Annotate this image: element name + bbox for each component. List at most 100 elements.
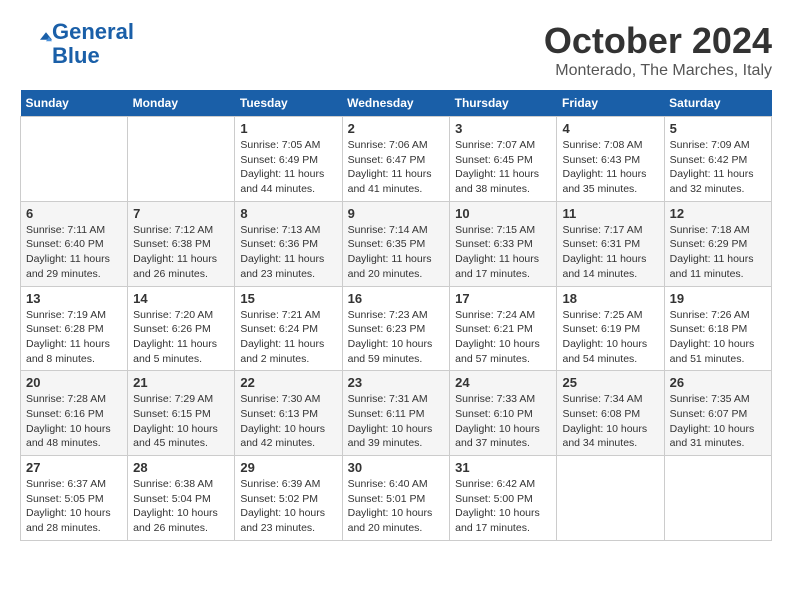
calendar-week-row: 27 Sunrise: 6:37 AM Sunset: 5:05 PM Dayli…	[21, 456, 772, 541]
day-info: Sunrise: 7:35 AM Sunset: 6:07 PM Dayligh…	[670, 392, 766, 451]
day-info: Sunrise: 7:08 AM Sunset: 6:43 PM Dayligh…	[562, 138, 658, 197]
page-header: General Blue October 2024 Monterado, The…	[20, 20, 772, 80]
calendar-cell: 2 Sunrise: 7:06 AM Sunset: 6:47 PM Daylig…	[342, 117, 450, 202]
calendar-cell: 16 Sunrise: 7:23 AM Sunset: 6:23 PM Dayli…	[342, 286, 450, 371]
calendar-cell	[21, 117, 128, 202]
day-info: Sunrise: 6:39 AM Sunset: 5:02 PM Dayligh…	[240, 477, 336, 536]
day-info: Sunrise: 7:07 AM Sunset: 6:45 PM Dayligh…	[455, 138, 551, 197]
header-wednesday: Wednesday	[342, 90, 450, 117]
day-info: Sunrise: 7:14 AM Sunset: 6:35 PM Dayligh…	[348, 223, 445, 282]
calendar-table: SundayMondayTuesdayWednesdayThursdayFrid…	[20, 90, 772, 541]
day-number: 5	[670, 121, 766, 136]
day-number: 6	[26, 206, 122, 221]
calendar-cell: 25 Sunrise: 7:34 AM Sunset: 6:08 PM Dayli…	[557, 371, 664, 456]
day-number: 1	[240, 121, 336, 136]
header-saturday: Saturday	[664, 90, 771, 117]
day-info: Sunrise: 7:25 AM Sunset: 6:19 PM Dayligh…	[562, 308, 658, 367]
header-tuesday: Tuesday	[235, 90, 342, 117]
calendar-cell: 1 Sunrise: 7:05 AM Sunset: 6:49 PM Daylig…	[235, 117, 342, 202]
logo-line2: Blue	[52, 43, 100, 68]
calendar-cell: 3 Sunrise: 7:07 AM Sunset: 6:45 PM Daylig…	[450, 117, 557, 202]
calendar-cell: 27 Sunrise: 6:37 AM Sunset: 5:05 PM Dayli…	[21, 456, 128, 541]
day-info: Sunrise: 6:38 AM Sunset: 5:04 PM Dayligh…	[133, 477, 229, 536]
day-number: 3	[455, 121, 551, 136]
calendar-cell: 14Sunrise: 7:20 AM Sunset: 6:26 PM Dayli…	[128, 286, 235, 371]
calendar-week-row: 20 Sunrise: 7:28 AM Sunset: 6:16 PM Dayli…	[21, 371, 772, 456]
calendar-cell: 29 Sunrise: 6:39 AM Sunset: 5:02 PM Dayli…	[235, 456, 342, 541]
day-info: Sunrise: 6:37 AM Sunset: 5:05 PM Dayligh…	[26, 477, 122, 536]
day-info: Sunrise: 7:33 AM Sunset: 6:10 PM Dayligh…	[455, 392, 551, 451]
header-thursday: Thursday	[450, 90, 557, 117]
day-number: 12	[670, 206, 766, 221]
day-number: 17	[455, 291, 551, 306]
header-sunday: Sunday	[21, 90, 128, 117]
calendar-cell: 22 Sunrise: 7:30 AM Sunset: 6:13 PM Dayli…	[235, 371, 342, 456]
day-info: Sunrise: 7:23 AM Sunset: 6:23 PM Dayligh…	[348, 308, 445, 367]
day-info: Sunrise: 7:26 AM Sunset: 6:18 PM Dayligh…	[670, 308, 766, 367]
day-info: Sunrise: 7:24 AM Sunset: 6:21 PM Dayligh…	[455, 308, 551, 367]
day-number: 11	[562, 206, 658, 221]
day-number: 29	[240, 460, 336, 475]
day-info: Sunrise: 7:30 AM Sunset: 6:13 PM Dayligh…	[240, 392, 336, 451]
calendar-cell: 23Sunrise: 7:31 AM Sunset: 6:11 PM Dayli…	[342, 371, 450, 456]
day-info: Sunrise: 7:12 AM Sunset: 6:38 PM Dayligh…	[133, 223, 229, 282]
day-number: 4	[562, 121, 658, 136]
day-number: 23	[348, 375, 445, 390]
logo-line1: General	[52, 19, 134, 44]
day-number: 31	[455, 460, 551, 475]
header-friday: Friday	[557, 90, 664, 117]
calendar-cell: 6Sunrise: 7:11 AM Sunset: 6:40 PM Daylig…	[21, 201, 128, 286]
day-info: Sunrise: 7:05 AM Sunset: 6:49 PM Dayligh…	[240, 138, 336, 197]
day-number: 2	[348, 121, 445, 136]
calendar-cell: 15 Sunrise: 7:21 AM Sunset: 6:24 PM Dayli…	[235, 286, 342, 371]
day-info: Sunrise: 7:06 AM Sunset: 6:47 PM Dayligh…	[348, 138, 445, 197]
calendar-cell: 10 Sunrise: 7:15 AM Sunset: 6:33 PM Dayli…	[450, 201, 557, 286]
day-number: 16	[348, 291, 445, 306]
day-info: Sunrise: 7:28 AM Sunset: 6:16 PM Dayligh…	[26, 392, 122, 451]
day-info: Sunrise: 6:42 AM Sunset: 5:00 PM Dayligh…	[455, 477, 551, 536]
calendar-cell: 26Sunrise: 7:35 AM Sunset: 6:07 PM Dayli…	[664, 371, 771, 456]
location-title: Monterado, The Marches, Italy	[544, 62, 772, 80]
calendar-cell: 8 Sunrise: 7:13 AM Sunset: 6:36 PM Daylig…	[235, 201, 342, 286]
day-info: Sunrise: 7:15 AM Sunset: 6:33 PM Dayligh…	[455, 223, 551, 282]
day-info: Sunrise: 7:19 AM Sunset: 6:28 PM Dayligh…	[26, 308, 122, 367]
calendar-cell: 20 Sunrise: 7:28 AM Sunset: 6:16 PM Dayli…	[21, 371, 128, 456]
day-info: Sunrise: 7:21 AM Sunset: 6:24 PM Dayligh…	[240, 308, 336, 367]
day-number: 19	[670, 291, 766, 306]
day-number: 15	[240, 291, 336, 306]
calendar-cell: 4 Sunrise: 7:08 AM Sunset: 6:43 PM Daylig…	[557, 117, 664, 202]
day-number: 8	[240, 206, 336, 221]
calendar-cell: 18Sunrise: 7:25 AM Sunset: 6:19 PM Dayli…	[557, 286, 664, 371]
day-info: Sunrise: 7:09 AM Sunset: 6:42 PM Dayligh…	[670, 138, 766, 197]
calendar-cell: 31 Sunrise: 6:42 AM Sunset: 5:00 PM Dayli…	[450, 456, 557, 541]
day-info: Sunrise: 7:34 AM Sunset: 6:08 PM Dayligh…	[562, 392, 658, 451]
calendar-header-row: SundayMondayTuesdayWednesdayThursdayFrid…	[21, 90, 772, 117]
day-info: Sunrise: 7:20 AM Sunset: 6:26 PM Dayligh…	[133, 308, 229, 367]
calendar-cell: 21 Sunrise: 7:29 AM Sunset: 6:15 PM Dayli…	[128, 371, 235, 456]
calendar-cell: 5 Sunrise: 7:09 AM Sunset: 6:42 PM Daylig…	[664, 117, 771, 202]
day-number: 10	[455, 206, 551, 221]
day-number: 20	[26, 375, 122, 390]
calendar-cell: 13 Sunrise: 7:19 AM Sunset: 6:28 PM Dayli…	[21, 286, 128, 371]
calendar-cell: 30Sunrise: 6:40 AM Sunset: 5:01 PM Dayli…	[342, 456, 450, 541]
day-number: 21	[133, 375, 229, 390]
day-number: 30	[348, 460, 445, 475]
calendar-cell: 9Sunrise: 7:14 AM Sunset: 6:35 PM Daylig…	[342, 201, 450, 286]
calendar-week-row: 13 Sunrise: 7:19 AM Sunset: 6:28 PM Dayli…	[21, 286, 772, 371]
calendar-cell	[128, 117, 235, 202]
header-monday: Monday	[128, 90, 235, 117]
day-number: 25	[562, 375, 658, 390]
day-number: 13	[26, 291, 122, 306]
calendar-cell: 11Sunrise: 7:17 AM Sunset: 6:31 PM Dayli…	[557, 201, 664, 286]
calendar-cell: 28Sunrise: 6:38 AM Sunset: 5:04 PM Dayli…	[128, 456, 235, 541]
day-info: Sunrise: 7:29 AM Sunset: 6:15 PM Dayligh…	[133, 392, 229, 451]
day-info: Sunrise: 7:13 AM Sunset: 6:36 PM Dayligh…	[240, 223, 336, 282]
day-number: 27	[26, 460, 122, 475]
day-number: 24	[455, 375, 551, 390]
title-block: October 2024 Monterado, The Marches, Ita…	[544, 20, 772, 80]
calendar-week-row: 1 Sunrise: 7:05 AM Sunset: 6:49 PM Daylig…	[21, 117, 772, 202]
day-number: 22	[240, 375, 336, 390]
logo: General Blue	[20, 20, 134, 68]
calendar-cell: 12Sunrise: 7:18 AM Sunset: 6:29 PM Dayli…	[664, 201, 771, 286]
calendar-cell	[557, 456, 664, 541]
